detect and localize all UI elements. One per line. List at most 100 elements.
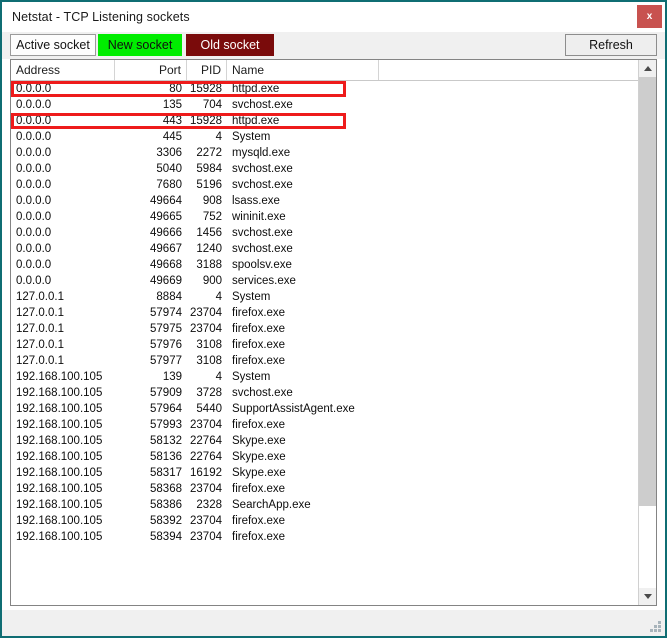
cell-pid: 2328 xyxy=(196,499,222,511)
cell-pid: 5984 xyxy=(196,163,222,175)
cell-port: 58317 xyxy=(150,467,182,479)
column-header-name[interactable]: Name xyxy=(227,60,379,80)
cell-address: 0.0.0.0 xyxy=(16,211,52,223)
cell-name: svchost.exe xyxy=(232,99,293,111)
table-row[interactable]: 0.0.0.0 5040 5984 svchost.exe xyxy=(11,161,638,177)
table-row[interactable]: 192.168.100.105 58317 16192 Skype.exe xyxy=(11,465,638,481)
cell-address: 127.0.0.1 xyxy=(16,323,64,335)
table-row[interactable]: 192.168.100.105 139 4 System xyxy=(11,369,638,385)
cell-port: 80 xyxy=(169,83,182,95)
cell-address: 192.168.100.105 xyxy=(16,435,103,447)
cell-port: 49666 xyxy=(150,227,182,239)
table-row[interactable]: 127.0.0.1 57975 23704 firefox.exe xyxy=(11,321,638,337)
table-row[interactable]: 192.168.100.105 58386 2328 SearchApp.exe xyxy=(11,497,638,513)
resize-grip-icon[interactable] xyxy=(649,621,662,634)
table-row[interactable]: 127.0.0.1 57974 23704 firefox.exe xyxy=(11,305,638,321)
cell-name: firefox.exe xyxy=(232,323,286,335)
cell-pid: 704 xyxy=(202,99,222,111)
table-row[interactable]: 192.168.100.105 57964 5440 SupportAssistAge… xyxy=(11,401,638,417)
cell-pid: 4 xyxy=(215,131,222,143)
table-row[interactable]: 0.0.0.0 3306 2272 mysqld.exe xyxy=(11,145,638,161)
table-row[interactable]: 192.168.100.105 58392 23704 firefox.exe xyxy=(11,513,638,529)
cell-name: svchost.exe xyxy=(232,243,293,255)
socket-list: Address Port PID Name 0.0.0.0 80 15928 http… xyxy=(10,59,657,606)
table-row[interactable]: 127.0.0.1 57977 3108 firefox.exe xyxy=(11,353,638,369)
cell-name: wininit.exe xyxy=(232,211,286,223)
table-row[interactable]: 192.168.100.105 58394 23704 firefox.exe xyxy=(11,529,638,545)
cell-name: httpd.exe xyxy=(232,83,280,95)
table-rows: 0.0.0.0 80 15928 httpd.exe 0.0.0.0 135 704 svch… xyxy=(11,81,638,545)
cell-pid: 23704 xyxy=(190,483,222,495)
cell-port: 58132 xyxy=(150,435,182,447)
table-row[interactable]: 0.0.0.0 49667 1240 svchost.exe xyxy=(11,241,638,257)
cell-port: 49669 xyxy=(150,275,182,287)
cell-name: System xyxy=(232,371,271,383)
cell-address: 192.168.100.105 xyxy=(16,467,103,479)
cell-address: 0.0.0.0 xyxy=(16,83,52,95)
status-bar xyxy=(2,610,665,636)
cell-pid: 15928 xyxy=(190,115,222,127)
table-row[interactable]: 0.0.0.0 135 704 svchost.exe xyxy=(11,97,638,113)
table-row[interactable]: 0.0.0.0 445 4 System xyxy=(11,129,638,145)
refresh-button[interactable]: Refresh xyxy=(565,34,657,56)
cell-address: 192.168.100.105 xyxy=(16,499,103,511)
tab-old-socket[interactable]: Old socket xyxy=(186,34,274,56)
cell-address: 0.0.0.0 xyxy=(16,115,52,127)
column-header-pid[interactable]: PID xyxy=(187,60,227,80)
cell-address: 192.168.100.105 xyxy=(16,387,103,399)
table-row[interactable]: 192.168.100.105 58136 22764 Skype.exe xyxy=(11,449,638,465)
cell-name: httpd.exe xyxy=(232,115,280,127)
table-row[interactable]: 127.0.0.1 57976 3108 firefox.exe xyxy=(11,337,638,353)
tab-active-socket[interactable]: Active socket xyxy=(10,34,96,56)
table-row[interactable]: 192.168.100.105 57993 23704 firefox.exe xyxy=(11,417,638,433)
table-row[interactable]: 0.0.0.0 49664 908 lsass.exe xyxy=(11,193,638,209)
cell-name: firefox.exe xyxy=(232,515,286,527)
table-row[interactable]: 0.0.0.0 49666 1456 svchost.exe xyxy=(11,225,638,241)
tab-new-socket[interactable]: New socket xyxy=(98,34,182,56)
cell-pid: 3188 xyxy=(196,259,222,271)
table-row[interactable]: 192.168.100.105 58368 23704 firefox.exe xyxy=(11,481,638,497)
cell-address: 192.168.100.105 xyxy=(16,515,103,527)
column-header-address[interactable]: Address xyxy=(11,60,115,80)
cell-port: 58392 xyxy=(150,515,182,527)
table-row[interactable]: 0.0.0.0 80 15928 httpd.exe xyxy=(11,81,638,97)
cell-name: firefox.exe xyxy=(232,307,286,319)
cell-name: mysqld.exe xyxy=(232,147,291,159)
table-row[interactable]: 192.168.100.105 57909 3728 svchost.exe xyxy=(11,385,638,401)
table-row[interactable]: 0.0.0.0 49665 752 wininit.exe xyxy=(11,209,638,225)
cell-address: 0.0.0.0 xyxy=(16,227,52,239)
cell-name: firefox.exe xyxy=(232,355,286,367)
vertical-scrollbar[interactable] xyxy=(638,60,656,605)
table-row[interactable]: 0.0.0.0 443 15928 httpd.exe xyxy=(11,113,638,129)
cell-name: SearchApp.exe xyxy=(232,499,311,511)
cell-port: 49664 xyxy=(150,195,182,207)
table-row[interactable]: 127.0.0.1 8884 4 System xyxy=(11,289,638,305)
scroll-down-icon[interactable] xyxy=(639,588,656,605)
cell-name: lsass.exe xyxy=(232,195,280,207)
column-header-port[interactable]: Port xyxy=(115,60,187,80)
cell-name: svchost.exe xyxy=(232,227,293,239)
cell-address: 192.168.100.105 xyxy=(16,483,103,495)
table-row[interactable]: 0.0.0.0 49669 900 services.exe xyxy=(11,273,638,289)
cell-address: 0.0.0.0 xyxy=(16,99,52,111)
scrollbar-track[interactable] xyxy=(639,77,656,588)
table-row[interactable]: 0.0.0.0 7680 5196 svchost.exe xyxy=(11,177,638,193)
cell-port: 49665 xyxy=(150,211,182,223)
cell-address: 127.0.0.1 xyxy=(16,307,64,319)
cell-port: 7680 xyxy=(156,179,182,191)
cell-name: spoolsv.exe xyxy=(232,259,292,271)
cell-port: 139 xyxy=(162,371,182,383)
close-button[interactable]: x xyxy=(637,5,662,28)
cell-name: Skype.exe xyxy=(232,451,286,463)
cell-pid: 23704 xyxy=(190,515,222,527)
socket-list-body: Address Port PID Name 0.0.0.0 80 15928 http… xyxy=(11,60,638,605)
cell-address: 127.0.0.1 xyxy=(16,291,64,303)
scroll-up-icon[interactable] xyxy=(639,60,656,77)
cell-pid: 2272 xyxy=(196,147,222,159)
cell-pid: 1240 xyxy=(196,243,222,255)
table-row[interactable]: 0.0.0.0 49668 3188 spoolsv.exe xyxy=(11,257,638,273)
table-row[interactable]: 192.168.100.105 58132 22764 Skype.exe xyxy=(11,433,638,449)
cell-port: 58386 xyxy=(150,499,182,511)
scrollbar-thumb[interactable] xyxy=(639,77,656,507)
cell-name: firefox.exe xyxy=(232,483,286,495)
